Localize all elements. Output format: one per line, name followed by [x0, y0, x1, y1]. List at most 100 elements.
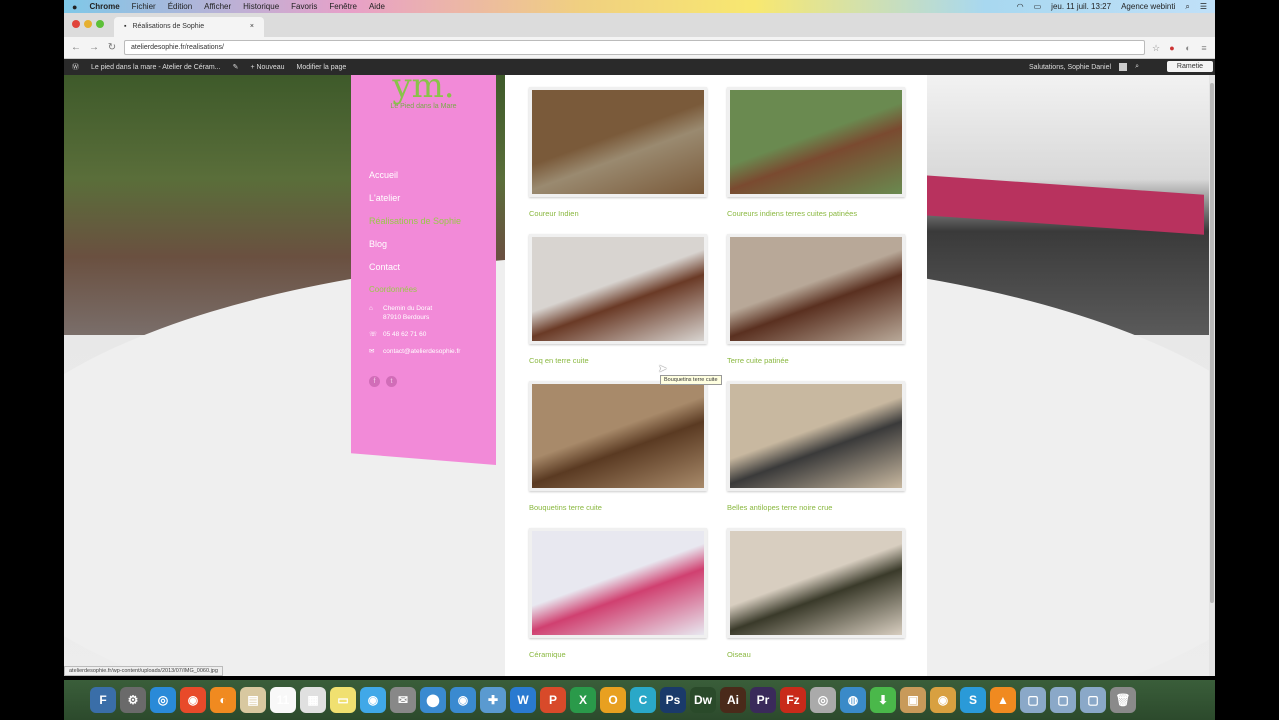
gallery-item[interactable]: Belles antilopes terre noire crue	[727, 381, 907, 512]
email-link[interactable]: contact@atelierdesophie.fr	[383, 347, 460, 356]
site-logo[interactable]: ym.	[369, 75, 478, 103]
extension-icon[interactable]: ●	[1167, 43, 1177, 53]
dock-app-icon[interactable]: ▭	[330, 687, 356, 713]
dock-app-icon[interactable]: ◉	[360, 687, 386, 713]
extension-2-icon[interactable]: ◐	[1183, 43, 1193, 53]
gallery-caption[interactable]: Coureurs indiens terres cuites patinées	[727, 209, 907, 218]
dock-app-icon[interactable]: P	[540, 687, 566, 713]
dock-app-icon[interactable]: ◉	[180, 687, 206, 713]
dock-app-icon[interactable]: 11	[270, 687, 296, 713]
nav-item-realisations[interactable]: Réalisations de Sophie	[369, 216, 478, 226]
comments-icon[interactable]: ✎	[233, 63, 239, 71]
gallery-caption[interactable]: Coureur Indien	[529, 209, 709, 218]
gallery-thumbnail[interactable]	[529, 234, 707, 344]
dock-app-icon[interactable]: ◎	[150, 687, 176, 713]
dock-app-icon[interactable]: Fz	[780, 687, 806, 713]
gallery-caption[interactable]: Bouquetins terre cuite	[529, 503, 709, 512]
dock-app-icon[interactable]: Pr	[750, 687, 776, 713]
gallery-item[interactable]: Coureur Indien	[529, 87, 709, 218]
admin-new-link[interactable]: + Nouveau	[250, 64, 284, 71]
gallery-thumbnail[interactable]	[529, 528, 707, 638]
minimize-window-icon[interactable]	[84, 20, 92, 28]
menubar-item-aide[interactable]: Aide	[369, 2, 385, 11]
admin-edit-link[interactable]: Modifier la page	[297, 64, 347, 71]
dock-app-icon[interactable]: ▦	[300, 687, 326, 713]
admin-greeting[interactable]: Salutations, Sophie Daniel	[1029, 64, 1111, 71]
dock-app-icon[interactable]: X	[570, 687, 596, 713]
menubar-item-edition[interactable]: Édition	[168, 2, 192, 11]
close-window-icon[interactable]	[72, 20, 80, 28]
gallery-item[interactable]: Terre cuite patinée	[727, 234, 907, 365]
admin-search-icon[interactable]: ⌕	[1135, 63, 1139, 71]
gallery-caption[interactable]: Oiseau	[727, 650, 907, 659]
gallery-caption[interactable]: Céramique	[529, 650, 709, 659]
dock-app-icon[interactable]: ⬇	[870, 687, 896, 713]
reload-icon[interactable]: ↻	[106, 42, 118, 53]
menubar-item-historique[interactable]: Historique	[243, 2, 279, 11]
dock-app-icon[interactable]: F	[90, 687, 116, 713]
address-bar[interactable]: atelierdesophie.fr/realisations/	[124, 40, 1145, 55]
dock-app-icon[interactable]: ▣	[900, 687, 926, 713]
dock-app-icon[interactable]: ▤	[240, 687, 266, 713]
menubar-user[interactable]: Agence webinti	[1121, 2, 1175, 11]
bookmark-star-icon[interactable]: ☆	[1151, 43, 1161, 53]
dock-app-icon[interactable]: 🗑	[1110, 687, 1136, 713]
facebook-icon[interactable]: f	[369, 376, 380, 387]
avatar[interactable]	[1119, 63, 1128, 71]
nav-item-accueil[interactable]: Accueil	[369, 170, 478, 180]
tab-close-icon[interactable]: ×	[250, 23, 254, 31]
dock-app-icon[interactable]: ◉	[930, 687, 956, 713]
notification-center-icon[interactable]: ☰	[1200, 2, 1207, 11]
dock-app-icon[interactable]: ▢	[1020, 687, 1046, 713]
dock-app-icon[interactable]: ◍	[840, 687, 866, 713]
menubar-item-fichier[interactable]: Fichier	[132, 2, 156, 11]
apple-icon[interactable]: ●	[72, 2, 77, 12]
dock-app-icon[interactable]: ⬤	[420, 687, 446, 713]
dock-app-icon[interactable]: ▲	[990, 687, 1016, 713]
scrollbar-thumb[interactable]	[1210, 83, 1214, 603]
zoom-window-icon[interactable]	[96, 20, 104, 28]
gallery-caption[interactable]: Belles antilopes terre noire crue	[727, 503, 907, 512]
gallery-item[interactable]: Oiseau	[727, 528, 907, 659]
dock-app-icon[interactable]: ▢	[1080, 687, 1106, 713]
dock-app-icon[interactable]: Ps	[660, 687, 686, 713]
dock-app-icon[interactable]: Dw	[690, 687, 716, 713]
menubar-item-afficher[interactable]: Afficher	[204, 2, 231, 11]
back-icon[interactable]: ←	[70, 42, 82, 53]
gallery-caption[interactable]: Coq en terre cuite	[529, 356, 709, 365]
nav-item-blog[interactable]: Blog	[369, 239, 478, 249]
menubar-app-name[interactable]: Chrome	[89, 2, 119, 11]
search-button[interactable]: Rametie	[1166, 61, 1213, 72]
dock-app-icon[interactable]: ⚙	[120, 687, 146, 713]
gallery-thumbnail[interactable]	[727, 87, 905, 197]
menubar-item-fenetre[interactable]: Fenêtre	[329, 2, 357, 11]
nav-item-contact[interactable]: Contact	[369, 262, 478, 272]
dock-app-icon[interactable]: ◐	[210, 687, 236, 713]
dock-app-icon[interactable]: ✉	[390, 687, 416, 713]
gallery-thumbnail[interactable]	[727, 381, 905, 491]
menubar-item-favoris[interactable]: Favoris	[291, 2, 317, 11]
spotlight-icon[interactable]: ⌕	[1185, 2, 1189, 12]
gallery-thumbnail[interactable]	[727, 528, 905, 638]
gallery-item[interactable]: Céramique	[529, 528, 709, 659]
dock-app-icon[interactable]: W	[510, 687, 536, 713]
dock-app-icon[interactable]: C	[630, 687, 656, 713]
dock-app-icon[interactable]: ✚	[480, 687, 506, 713]
gallery-thumbnail[interactable]	[529, 381, 707, 491]
wordpress-icon[interactable]: Ⓦ	[72, 62, 79, 72]
menu-icon[interactable]: ≡	[1199, 43, 1209, 53]
gallery-thumbnail[interactable]	[727, 234, 905, 344]
twitter-icon[interactable]: t	[386, 376, 397, 387]
menubar-clock[interactable]: jeu. 11 juil. 13:27	[1051, 2, 1111, 11]
gallery-item[interactable]: Coq en terre cuite	[529, 234, 709, 365]
gallery-caption[interactable]: Terre cuite patinée	[727, 356, 907, 365]
gallery-thumbnail[interactable]	[529, 87, 707, 197]
battery-icon[interactable]: ▭	[1034, 2, 1042, 11]
dock-app-icon[interactable]: S	[960, 687, 986, 713]
nav-item-atelier[interactable]: L'atelier	[369, 193, 478, 203]
dock-app-icon[interactable]: O	[600, 687, 626, 713]
forward-icon[interactable]: →	[88, 42, 100, 53]
gallery-item[interactable]: Coureurs indiens terres cuites patinées	[727, 87, 907, 218]
gallery-item[interactable]: Bouquetins terre cuite	[529, 381, 709, 512]
browser-tab[interactable]: ▪ Réalisations de Sophie ×	[114, 17, 264, 37]
